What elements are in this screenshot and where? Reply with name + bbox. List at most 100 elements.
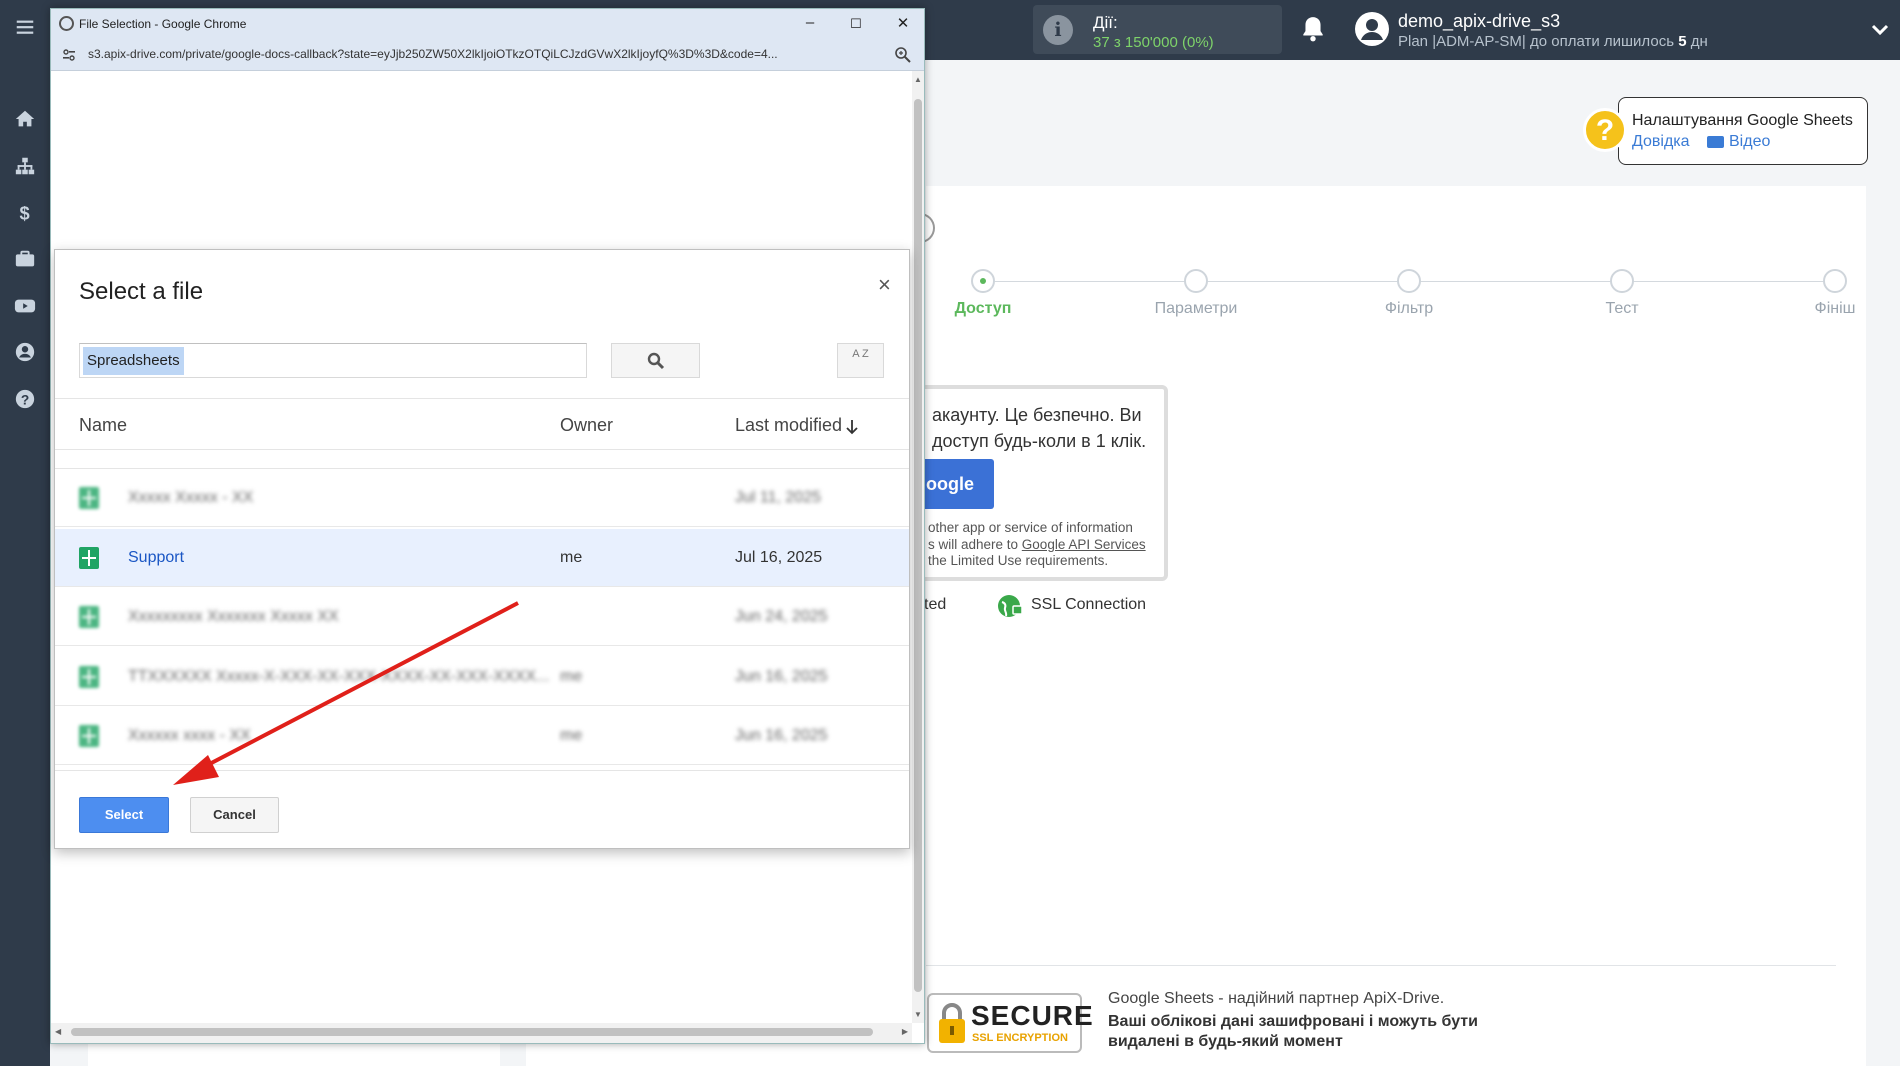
access-text: акаунту. Це безпечно. Ви доступ будь-кол…	[932, 405, 1147, 451]
help-title: Налаштування Google Sheets	[1632, 112, 1853, 129]
horizontal-scrollbar[interactable]: ◀ ▶	[51, 1023, 912, 1043]
file-row[interactable]: ТТХХХХХХ Ххххх-Х-ХХХ-ХХ-ХХХ-ХХХХ-ХХ-ХХХ-…	[55, 648, 909, 706]
maximize-icon[interactable]: ☐	[846, 16, 866, 32]
site-settings-icon[interactable]	[62, 48, 76, 62]
sitemap-icon[interactable]	[0, 143, 50, 189]
svg-text:?: ?	[21, 393, 29, 408]
plan-info: Plan |ADM-AP-SM| до оплати лишилось 5 дн	[1398, 33, 1708, 50]
secure-title: SECURE	[971, 1000, 1094, 1031]
divider	[55, 449, 909, 450]
cancel-button[interactable]: Cancel	[190, 797, 279, 833]
close-icon[interactable]: ×	[878, 272, 891, 298]
column-last-modified[interactable]: Last modified	[735, 415, 842, 436]
dollar-icon[interactable]: $	[0, 189, 50, 235]
scroll-left-icon[interactable]: ◀	[55, 1027, 61, 1036]
svg-text:$: $	[20, 202, 30, 223]
google-api-services-link[interactable]: Google API Services	[1022, 537, 1146, 552]
user-icon[interactable]	[0, 329, 50, 375]
column-owner[interactable]: Owner	[560, 415, 613, 436]
ssl-connection-label: SSL Connection	[1031, 596, 1147, 613]
popup-url[interactable]: s3.apix-drive.com/private/google-docs-ca…	[88, 47, 888, 61]
chrome-icon	[59, 16, 74, 31]
scroll-right-icon[interactable]: ▶	[902, 1027, 908, 1036]
help-box: ? Налаштування Google Sheets Довідка Від…	[1583, 97, 1868, 165]
briefcase-icon[interactable]	[0, 236, 50, 282]
video-link[interactable]: Відео	[1729, 133, 1770, 151]
zoom-icon[interactable]	[894, 46, 911, 63]
help-icon[interactable]: ?	[0, 376, 50, 422]
help-link[interactable]: Довідка	[1632, 133, 1690, 151]
step-dot[interactable]	[1184, 269, 1208, 293]
menu-icon[interactable]	[0, 4, 50, 50]
encrypted-label-fragment: ted	[924, 596, 947, 613]
file-row[interactable]: Ххххххххх Ххххххх Ххххх ХХ Jun 24, 2025	[55, 588, 909, 646]
actions-label: Дії:	[1093, 13, 1118, 32]
file-name: Support	[128, 548, 185, 566]
search-value[interactable]: Spreadsheets	[83, 347, 184, 375]
step-dot[interactable]	[1397, 269, 1421, 293]
step-dot[interactable]	[971, 269, 995, 293]
video-camera-icon	[1707, 136, 1724, 148]
step-label[interactable]: Доступ	[955, 300, 1012, 318]
spreadsheet-icon	[79, 665, 99, 688]
google-signin-button[interactable]: oogle	[914, 459, 994, 509]
video-icon[interactable]	[0, 283, 50, 329]
spreadsheet-icon	[79, 606, 99, 628]
file-row[interactable]: Хххххх хххх - ХХ me Jun 16, 2025	[55, 707, 909, 765]
step-label[interactable]: Тест	[1605, 300, 1638, 318]
sort-az-button[interactable]: A Z	[837, 343, 884, 378]
close-window-icon[interactable]: ✕	[893, 14, 913, 32]
file-owner: me	[560, 548, 583, 566]
plan-suffix: дн	[1686, 33, 1708, 50]
sort-down-arrow-icon[interactable]	[845, 419, 859, 435]
minimize-icon[interactable]: –	[800, 14, 820, 31]
popup-title: File Selection - Google Chrome	[79, 17, 247, 31]
info-icon: i	[1043, 15, 1073, 45]
hscrollbar-thumb[interactable]	[71, 1028, 873, 1036]
access-box: акаунту. Це безпечно. Ви доступ будь-кол…	[914, 385, 1168, 581]
file-owner: me	[560, 667, 583, 685]
partner-text: Google Sheets - надійний партнер ApiX-Dr…	[1108, 990, 1445, 1007]
step-label[interactable]: Параметри	[1155, 300, 1238, 318]
file-date: Jun 24, 2025	[735, 608, 828, 625]
policy-text: other app or service of information s wil…	[928, 520, 1168, 570]
file-date: Jul 16, 2025	[735, 548, 823, 566]
file-row[interactable]: Support me Jul 16, 2025	[55, 528, 909, 587]
user-avatar-icon	[1361, 19, 1383, 40]
actions-value: 37 з 150'000 (0%)	[1093, 34, 1214, 51]
file-row[interactable]: Ххххх Ххххх - ХХ Jul 11, 2025	[55, 469, 909, 527]
home-icon[interactable]	[0, 96, 50, 142]
divider	[926, 965, 1836, 966]
policy-line-1: other app or service of information	[928, 520, 1133, 535]
file-date: Jul 11, 2025	[735, 489, 821, 506]
file-date: Jun 16, 2025	[735, 667, 828, 685]
select-button[interactable]: Select	[79, 797, 169, 833]
scrollbar-thumb[interactable]	[914, 99, 922, 992]
sort-az-icon: A Z	[852, 348, 869, 360]
scroll-up-icon[interactable]: ▲	[914, 75, 922, 84]
step-dot[interactable]	[1610, 269, 1634, 293]
chrome-popup-window: File Selection - Google Chrome – ☐ ✕ s3.…	[50, 8, 925, 1044]
file-owner: me	[560, 727, 583, 744]
chevron-down-icon[interactable]	[1870, 20, 1890, 40]
secure-badge: SECURE SSL ENCRYPTION	[927, 993, 1093, 1053]
picker-title: Select a file	[79, 278, 204, 305]
username[interactable]: demo_apix-drive_s3	[1398, 11, 1560, 32]
policy-line-2: s will adhere to	[928, 536, 1022, 552]
main-card	[926, 186, 1866, 1066]
bell-icon[interactable]	[1300, 15, 1326, 43]
file-name: ТТХХХХХХ Ххххх-Х-ХХХ-ХХ-ХХХ-ХХХХ-ХХ-ХХХ-…	[128, 667, 550, 685]
sidebar: $ ?	[0, 0, 50, 1066]
column-name[interactable]: Name	[79, 415, 127, 436]
scroll-down-icon[interactable]: ▼	[914, 1010, 922, 1019]
vertical-scrollbar[interactable]: ▲ ▼	[912, 71, 924, 1023]
step-dot[interactable]	[1823, 269, 1847, 293]
file-date: Jun 16, 2025	[735, 727, 828, 744]
step-label[interactable]: Фініш	[1815, 300, 1856, 318]
divider	[55, 398, 909, 399]
avatar[interactable]	[1355, 12, 1389, 46]
search-button[interactable]	[611, 343, 700, 378]
search-input[interactable]: Spreadsheets	[79, 343, 587, 378]
file-name: Хххххх хххх - ХХ	[128, 727, 251, 744]
step-label[interactable]: Фільтр	[1385, 300, 1433, 318]
